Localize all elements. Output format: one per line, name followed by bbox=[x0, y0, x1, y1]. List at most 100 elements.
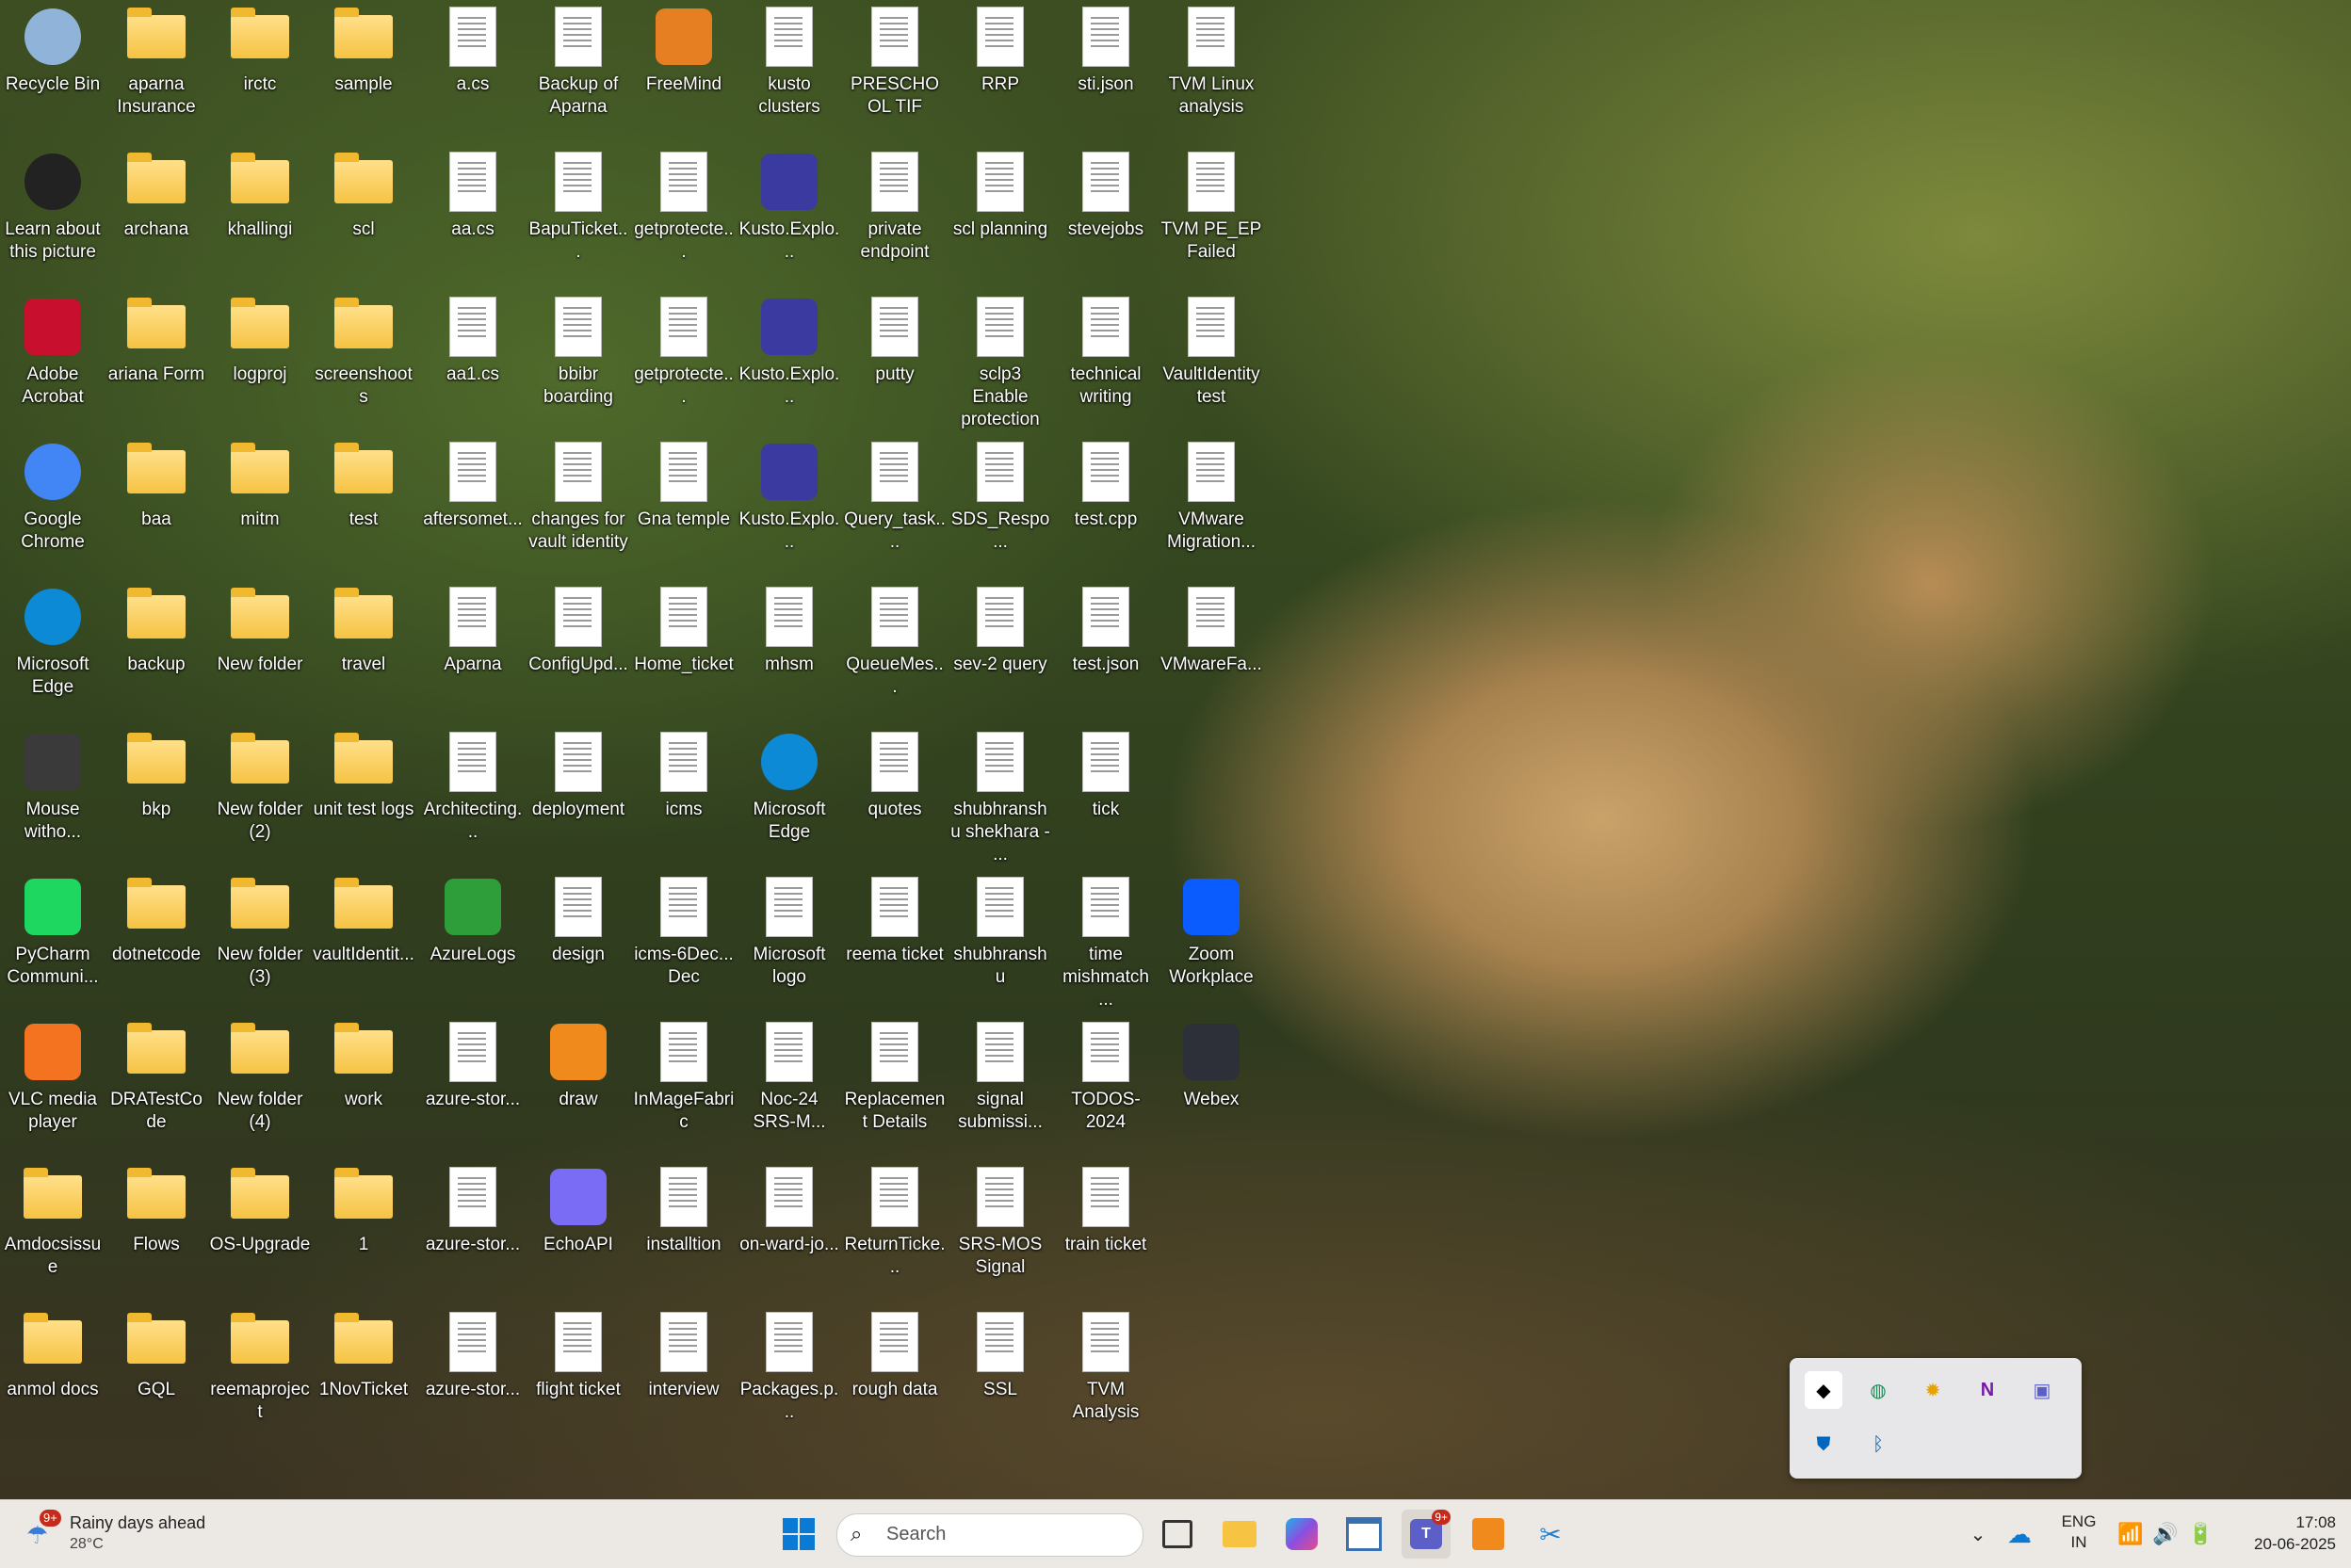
bluetooth-tray-icon[interactable]: ᛒ bbox=[1859, 1426, 1897, 1463]
desktop-icon[interactable]: TVM Analysis bbox=[1055, 1305, 1157, 1424]
desktop-icon[interactable]: aa1.cs bbox=[422, 290, 524, 386]
desktop-icon[interactable]: azure-stor... bbox=[422, 1160, 524, 1256]
desktop-icon[interactable]: getprotecte... bbox=[633, 145, 735, 264]
teams-tray-icon[interactable]: ▣ bbox=[2023, 1371, 2061, 1409]
desktop-icon[interactable]: test.json bbox=[1055, 580, 1157, 676]
desktop-icon[interactable]: TODOS-2024 bbox=[1055, 1015, 1157, 1134]
desktop-icon[interactable]: Architecting... bbox=[422, 725, 524, 844]
desktop-icon[interactable]: PRESCHOOL TIF bbox=[844, 0, 946, 119]
desktop-icon[interactable]: Microsoft logo bbox=[738, 870, 840, 989]
desktop-icon[interactable]: Noc-24 SRS-M... bbox=[738, 1015, 840, 1134]
desktop-icon[interactable]: Webex bbox=[1160, 1015, 1262, 1111]
desktop-icon[interactable]: deployment bbox=[527, 725, 629, 821]
desktop-icon[interactable]: aparna Insurance bbox=[105, 0, 207, 119]
weather-widget[interactable]: ☂ 9+ Rainy days ahead 28°C bbox=[21, 1508, 228, 1560]
desktop-icon[interactable]: 1NovTicket bbox=[313, 1305, 414, 1401]
desktop-icon[interactable]: installtion bbox=[633, 1160, 735, 1256]
m365-copilot-button[interactable] bbox=[1277, 1510, 1326, 1559]
desktop-icon[interactable]: SDS_Respo... bbox=[949, 435, 1051, 554]
sun-tray-icon[interactable]: ✹ bbox=[1914, 1371, 1952, 1409]
desktop-icon[interactable]: Mouse witho... bbox=[2, 725, 104, 844]
desktop-icon[interactable]: khallingi bbox=[209, 145, 311, 241]
desktop-icon[interactable]: reemaproject bbox=[209, 1305, 311, 1424]
desktop-icon[interactable]: reema ticket bbox=[844, 870, 946, 966]
desktop-icon[interactable]: Kusto.Explo... bbox=[738, 435, 840, 554]
desktop-icon[interactable]: icms bbox=[633, 725, 735, 821]
desktop-icon[interactable]: screenshoots bbox=[313, 290, 414, 409]
desktop-icon[interactable]: SRS-MOS Signal bbox=[949, 1160, 1051, 1279]
desktop-icon[interactable]: sev-2 query bbox=[949, 580, 1051, 676]
desktop-icon[interactable]: anmol docs bbox=[2, 1305, 104, 1401]
desktop-icon[interactable]: a.cs bbox=[422, 0, 524, 96]
desktop-icon[interactable]: scl planning bbox=[949, 145, 1051, 241]
desktop-icon[interactable]: mhsm bbox=[738, 580, 840, 676]
desktop-icon[interactable]: irctc bbox=[209, 0, 311, 96]
desktop-icon[interactable]: signal submissi... bbox=[949, 1015, 1051, 1134]
desktop-icon[interactable]: work bbox=[313, 1015, 414, 1111]
snipping-tool-button[interactable]: ✂ bbox=[1526, 1510, 1575, 1559]
desktop-icon[interactable]: SSL bbox=[949, 1305, 1051, 1401]
desktop-icon[interactable]: DRATestCode bbox=[105, 1015, 207, 1134]
m365-copilot-tray-icon[interactable]: ◆ bbox=[1805, 1371, 1842, 1409]
desktop-icon[interactable]: icms-6Dec... Dec bbox=[633, 870, 735, 989]
desktop-icon[interactable]: Backup of Aparna bbox=[527, 0, 629, 119]
desktop-icon[interactable]: Flows bbox=[105, 1160, 207, 1256]
desktop-icon[interactable]: vaultIdentit... bbox=[313, 870, 414, 966]
show-hidden-icons-button[interactable]: ⌄ bbox=[1959, 1510, 1997, 1559]
file-explorer-button[interactable] bbox=[1215, 1510, 1264, 1559]
desktop-icon[interactable]: Microsoft Edge bbox=[738, 725, 840, 844]
desktop-icon[interactable]: technical writing bbox=[1055, 290, 1157, 409]
desktop-icon[interactable]: Recycle Bin bbox=[2, 0, 104, 96]
desktop-icon[interactable]: New folder (4) bbox=[209, 1015, 311, 1134]
desktop-icon[interactable]: New folder (3) bbox=[209, 870, 311, 989]
desktop-icon[interactable]: sti.json bbox=[1055, 0, 1157, 96]
desktop-icon[interactable]: shubhranshu shekhara - ... bbox=[949, 725, 1051, 866]
desktop-icon[interactable]: GQL bbox=[105, 1305, 207, 1401]
desktop-icon[interactable]: sample bbox=[313, 0, 414, 96]
desktop-icon[interactable]: TVM PE_EP Failed bbox=[1160, 145, 1262, 264]
desktop-icon[interactable]: New folder bbox=[209, 580, 311, 676]
desktop-icon[interactable]: TVM Linux analysis bbox=[1160, 0, 1262, 119]
desktop-icon[interactable]: stevejobs bbox=[1055, 145, 1157, 241]
desktop-icon[interactable]: BapuTicket... bbox=[527, 145, 629, 264]
desktop-icon[interactable]: Gna temple bbox=[633, 435, 735, 531]
desktop-icon[interactable]: Learn about this picture bbox=[2, 145, 104, 264]
desktop-icon[interactable]: Adobe Acrobat bbox=[2, 290, 104, 409]
desktop-icon[interactable]: draw bbox=[527, 1015, 629, 1111]
desktop-icon[interactable]: Home_ticket bbox=[633, 580, 735, 676]
desktop-icon[interactable]: azure-stor... bbox=[422, 1305, 524, 1401]
draw-app-button[interactable] bbox=[1464, 1510, 1513, 1559]
task-view-button[interactable] bbox=[1153, 1510, 1202, 1559]
desktop-icon[interactable]: aftersomet... bbox=[422, 435, 524, 531]
defender-shield-tray-icon[interactable]: ⛊ bbox=[1805, 1426, 1842, 1463]
desktop-icon[interactable]: ariana Form bbox=[105, 290, 207, 386]
desktop-icon[interactable]: 1 bbox=[313, 1160, 414, 1256]
desktop-icon[interactable]: mitm bbox=[209, 435, 311, 531]
desktop-icon[interactable]: RRP bbox=[949, 0, 1051, 96]
onedrive-button[interactable]: ☁ bbox=[2001, 1510, 2038, 1559]
desktop-icon[interactable]: VaultIdentity test bbox=[1160, 290, 1262, 409]
desktop-icon[interactable]: flight ticket bbox=[527, 1305, 629, 1401]
desktop-icon[interactable]: OS-Upgrade bbox=[209, 1160, 311, 1256]
desktop-icon[interactable]: kusto clusters bbox=[738, 0, 840, 119]
desktop-icon[interactable]: PyCharm Communi... bbox=[2, 870, 104, 989]
desktop-icon[interactable]: putty bbox=[844, 290, 946, 386]
network-volume-battery-group[interactable]: 📶 🔊 🔋 bbox=[2117, 1517, 2213, 1551]
desktop-icon[interactable]: design bbox=[527, 870, 629, 966]
globe-sync-tray-icon[interactable]: ◍ bbox=[1859, 1371, 1897, 1409]
start-button[interactable] bbox=[774, 1510, 823, 1559]
desktop-icon[interactable]: rough data bbox=[844, 1305, 946, 1401]
desktop-icon[interactable]: Zoom Workplace bbox=[1160, 870, 1262, 989]
teams-button[interactable]: T 9+ bbox=[1402, 1510, 1451, 1559]
desktop-icon[interactable]: Google Chrome bbox=[2, 435, 104, 554]
desktop-icon[interactable]: interview bbox=[633, 1305, 735, 1401]
desktop-icon[interactable]: travel bbox=[313, 580, 414, 676]
desktop-icon[interactable]: AzureLogs bbox=[422, 870, 524, 966]
desktop-icon[interactable]: Packages.p... bbox=[738, 1305, 840, 1424]
search-box[interactable]: ⌕ Search bbox=[836, 1513, 1143, 1557]
desktop-icon[interactable]: backup bbox=[105, 580, 207, 676]
desktop-icon[interactable]: archana bbox=[105, 145, 207, 241]
desktop-icon[interactable]: on-ward-jo... bbox=[738, 1160, 840, 1256]
desktop-icon[interactable]: Kusto.Explo... bbox=[738, 145, 840, 264]
desktop-icon[interactable]: changes for vault identity bbox=[527, 435, 629, 554]
